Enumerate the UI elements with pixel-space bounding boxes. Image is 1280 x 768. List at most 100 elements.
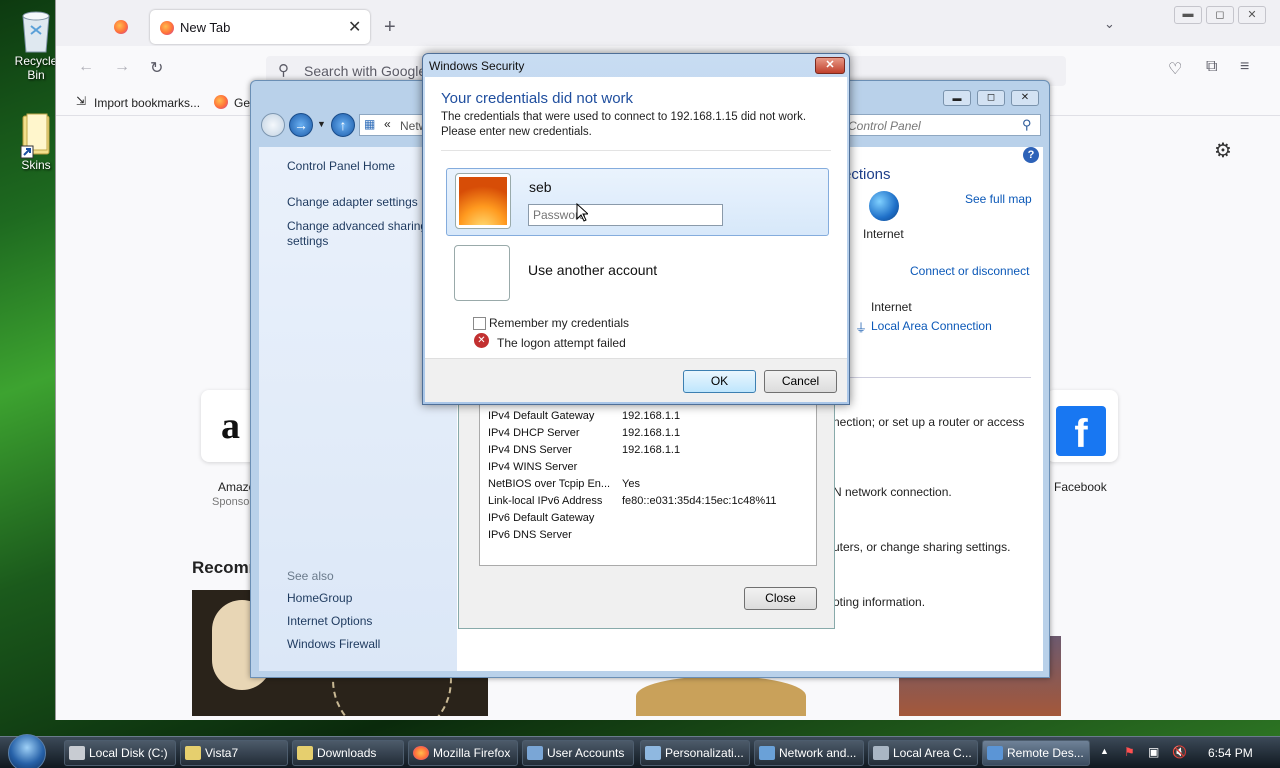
shortcut-label: Facebook [1054,480,1107,494]
taskbar-item-local-disk[interactable]: Local Disk (C:) [64,740,176,766]
close-window-button[interactable]: ✕ [1238,6,1266,24]
tab-new-tab[interactable]: New Tab ✕ [150,10,370,44]
desktop-icon-label: Recycle Bin [14,54,58,82]
pocket-icon[interactable]: ♡ [1168,59,1182,79]
shortcut-facebook[interactable]: f [1046,390,1118,462]
folder-icon [297,746,313,760]
close-button[interactable]: ✕ [1011,90,1039,106]
reload-icon[interactable]: ↻ [150,58,163,78]
user-avatar [455,173,511,229]
remember-label[interactable]: Remember my credentials [489,316,629,330]
facebook-logo-icon: f [1056,406,1106,456]
ok-button[interactable]: OK [683,370,756,393]
folder-icon [185,746,201,760]
credential-tile-seb[interactable]: seb [446,168,829,236]
search-icon: ⚲ [1022,117,1032,132]
details-list[interactable]: IPv4 Default Gateway 192.168.1.1 IPv4 DH… [479,404,817,566]
detail-property: IPv6 DNS Server [488,529,572,541]
bookmark-import[interactable]: Import bookmarks... [94,96,200,110]
help-icon[interactable]: ? [1023,147,1039,163]
internet-globe-icon[interactable] [869,191,899,221]
page-heading: ections [843,166,891,183]
settings-gear-icon[interactable]: ⚙ [1214,138,1232,163]
close-button[interactable]: Close [744,587,817,610]
close-button[interactable]: ✕ [815,57,845,74]
maximize-button[interactable]: ◻ [977,90,1005,106]
control-panel-icon: ▦ [364,117,376,131]
url-placeholder: Search with Google [304,63,427,79]
dialog-heading: Your credentials did not work [441,90,634,107]
password-field[interactable] [528,204,723,226]
volume-muted-icon[interactable]: 🔇 [1172,745,1187,759]
menu-icon[interactable]: ≡ [1240,58,1249,76]
taskbar-item-local-area[interactable]: Local Area C... [868,740,978,766]
divider [441,150,831,151]
close-tab-icon[interactable]: ✕ [348,17,361,37]
taskbar: Local Disk (C:) Vista7 Downloads Mozilla… [0,734,1280,768]
taskbar-item-remote-desktop[interactable]: Remote Des... [982,740,1090,766]
taskbar-item-network[interactable]: Network and... [754,740,864,766]
detail-property: IPv4 WINS Server [488,461,578,473]
taskbar-item-vista7[interactable]: Vista7 [180,740,288,766]
connect-or-disconnect-link[interactable]: Connect or disconnect [910,264,1029,278]
username: seb [529,179,552,195]
minimize-button[interactable]: ▬ [1174,6,1202,24]
maximize-button[interactable]: ◻ [1206,6,1234,24]
cancel-button[interactable]: Cancel [764,370,837,393]
clock[interactable]: 6:54 PM [1208,746,1253,760]
up-icon[interactable]: ↑ [331,113,355,137]
blank-avatar [454,245,510,301]
chevron-up-icon[interactable]: ▲ [1100,746,1109,756]
start-button[interactable] [8,734,46,768]
extensions-icon[interactable]: ⧉ [1206,58,1217,76]
see-also-heading: See also [287,569,334,583]
new-tab-button[interactable]: + [384,16,396,39]
network-tray-icon[interactable]: ▣ [1148,745,1159,759]
firefox-icon[interactable] [114,20,128,34]
divider [843,377,1031,378]
mouse-cursor-icon [576,203,588,222]
nav-homegroup[interactable]: HomeGroup [287,591,352,605]
task-description: nection; or set up a router or access [833,415,1025,429]
detail-value: 192.168.1.1 [622,410,681,422]
back-icon[interactable] [261,113,285,137]
chevron-down-icon[interactable]: ▼ [317,119,326,129]
see-full-map-link[interactable]: See full map [965,192,1032,206]
forward-icon[interactable]: → [289,113,313,137]
remember-checkbox[interactable] [473,317,486,330]
story-card-image[interactable] [636,676,806,716]
desktop-icon-label: Skins [21,158,51,172]
search-placeholder: Control Panel [848,119,921,133]
taskbar-label: Local Area C... [893,746,972,760]
taskbar-item-downloads[interactable]: Downloads [292,740,404,766]
action-center-icon[interactable]: ⚑ [1124,745,1135,759]
remote-desktop-icon [987,746,1003,760]
access-type-value: Internet [871,300,912,314]
taskbar-label: Downloads [317,746,377,760]
nav-control-panel-home[interactable]: Control Panel Home [287,159,395,173]
personalization-icon [645,746,661,760]
local-area-connection-link[interactable]: Local Area Connection [871,319,992,333]
search-box[interactable]: Control Panel ⚲ [841,114,1041,136]
minimize-button[interactable]: ▬ [943,90,971,106]
internet-label: Internet [863,227,904,241]
taskbar-item-firefox[interactable]: Mozilla Firefox [408,740,518,766]
taskbar-item-user-accounts[interactable]: User Accounts [522,740,634,766]
use-another-account-tile[interactable]: Use another account [446,241,829,309]
detail-property: NetBIOS over Tcpip En... [488,478,611,490]
nav-internet-options[interactable]: Internet Options [287,614,372,628]
import-icon: ⇲ [76,94,87,108]
forward-icon[interactable]: → [114,58,130,76]
search-icon: ⚲ [278,62,289,79]
firefox-icon [214,95,228,109]
nav-change-adapter[interactable]: Change adapter settings [287,195,418,209]
back-icon[interactable]: ← [78,58,94,76]
amazon-logo-icon: a [221,405,240,447]
network-adapter-icon: ⏚ [855,321,868,335]
taskbar-item-personalization[interactable]: Personalizati... [640,740,750,766]
error-text: The logon attempt failed [497,336,626,350]
nav-windows-firewall[interactable]: Windows Firewall [287,637,380,651]
taskbar-label: Remote Des... [1007,746,1084,760]
list-all-tabs-icon[interactable]: ⌄ [1104,16,1115,32]
taskbar-label: User Accounts [547,746,625,760]
